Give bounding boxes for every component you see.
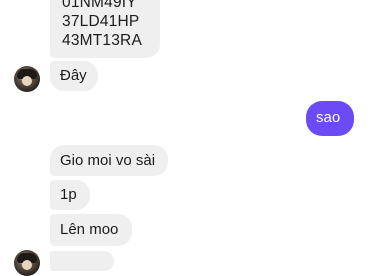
avatar-face-shape xyxy=(22,76,32,86)
code-line-1: 01NM49IY xyxy=(62,0,137,11)
message-text: Lên moo xyxy=(60,221,119,238)
incoming-message[interactable]: Gio moi vo sài xyxy=(50,145,168,176)
chat-thread: 01NM49IY 37LD41HP 43MT13RA Đây sao Gio m… xyxy=(0,0,374,276)
incoming-message[interactable]: 1p xyxy=(50,180,90,210)
message-text: sao xyxy=(316,109,341,126)
message-text: Gio moi vo sài xyxy=(60,152,156,169)
incoming-message-codes[interactable]: 01NM49IY 37LD41HP 43MT13RA xyxy=(50,0,160,58)
avatar[interactable] xyxy=(14,66,40,92)
incoming-message[interactable]: Đây xyxy=(50,61,98,91)
outgoing-message[interactable]: sao xyxy=(306,101,354,136)
code-line-2: 37LD41HP xyxy=(62,13,140,30)
message-text: Đây xyxy=(60,67,87,84)
incoming-message-partial[interactable] xyxy=(50,251,114,271)
incoming-message[interactable]: Lên moo xyxy=(50,214,132,246)
avatar-face-shape xyxy=(22,260,32,270)
code-line-3: 43MT13RA xyxy=(62,32,142,49)
message-text: 1p xyxy=(60,186,77,203)
avatar[interactable] xyxy=(14,250,40,276)
